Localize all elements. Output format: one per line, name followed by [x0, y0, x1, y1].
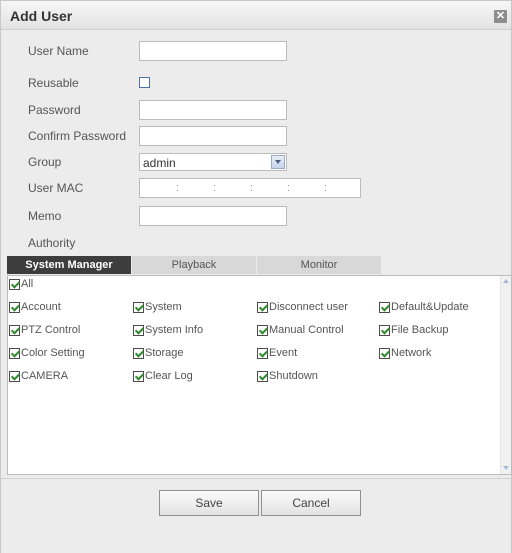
cancel-button[interactable]: Cancel — [261, 490, 361, 516]
checkbox-network[interactable]: Network — [379, 347, 489, 361]
permission-label: System Info — [145, 324, 204, 336]
checkbox-ptz-control[interactable]: PTZ Control — [9, 324, 119, 338]
dialog-titlebar: Add User ✕ — [1, 1, 511, 30]
mac-separator: : — [176, 182, 180, 194]
check-icon — [379, 325, 390, 336]
chevron-down-icon[interactable] — [271, 155, 285, 169]
mac-separator: : — [324, 182, 328, 194]
footer-divider — [1, 478, 511, 479]
user-name-label: User Name — [28, 44, 89, 58]
confirm-password-label: Confirm Password — [28, 129, 127, 143]
check-icon — [133, 348, 144, 359]
checkbox-system[interactable]: System — [133, 301, 243, 315]
password-label: Password — [28, 103, 81, 117]
authority-label: Authority — [28, 236, 76, 250]
check-icon — [257, 348, 268, 359]
checkbox-default-update[interactable]: Default&Update — [379, 301, 489, 315]
save-button[interactable]: Save — [159, 490, 259, 516]
check-icon — [379, 302, 390, 313]
permission-label: Default&Update — [391, 301, 469, 313]
check-icon — [133, 302, 144, 313]
permission-label: Event — [269, 347, 298, 359]
reusable-label: Reusable — [28, 76, 79, 90]
checkbox-event[interactable]: Event — [257, 347, 367, 361]
scroll-up-icon[interactable] — [503, 279, 509, 283]
memo-input[interactable] — [139, 206, 287, 226]
group-select-value: admin — [143, 156, 176, 170]
permission-label: Account — [21, 301, 61, 313]
close-icon[interactable]: ✕ — [494, 10, 507, 23]
permission-label: Network — [391, 347, 432, 359]
authority-panel: All Account System Disconnect user Defau… — [7, 275, 512, 475]
permission-label: Color Setting — [21, 347, 85, 359]
mac-separator: : — [213, 182, 217, 194]
permission-label: Shutdown — [269, 370, 318, 382]
authority-scrollbar[interactable] — [500, 276, 511, 474]
checkbox-camera[interactable]: CAMERA — [9, 370, 119, 384]
mac-separator: : — [250, 182, 254, 194]
tab-system-manager[interactable]: System Manager — [7, 256, 131, 274]
scroll-down-icon[interactable] — [503, 466, 509, 470]
group-label: Group — [28, 155, 62, 169]
permission-label: Clear Log — [145, 370, 193, 382]
checkbox-disconnect-user[interactable]: Disconnect user — [257, 301, 367, 315]
check-icon — [133, 325, 144, 336]
tab-playback[interactable]: Playback — [132, 256, 256, 274]
memo-label: Memo — [28, 209, 62, 223]
checkbox-system-info[interactable]: System Info — [133, 324, 243, 338]
dialog-body: User Name Reusable Password Confirm Pass… — [1, 31, 512, 553]
permission-label: Storage — [145, 347, 184, 359]
check-icon — [257, 325, 268, 336]
user-mac-input[interactable]: : : : : : — [139, 178, 361, 198]
user-name-input[interactable] — [139, 41, 287, 61]
tab-monitor[interactable]: Monitor — [257, 256, 381, 274]
checkbox-clear-log[interactable]: Clear Log — [133, 370, 243, 384]
permission-label: System — [145, 301, 182, 313]
checkbox-all-label: All — [21, 278, 34, 290]
checkbox-file-backup[interactable]: File Backup — [379, 324, 489, 338]
check-icon — [9, 302, 20, 313]
group-select[interactable]: admin — [139, 153, 287, 171]
permission-label: Disconnect user — [269, 301, 348, 313]
checkbox-color-setting[interactable]: Color Setting — [9, 347, 119, 361]
permission-label: File Backup — [391, 324, 449, 336]
check-icon — [9, 371, 20, 382]
checkbox-storage[interactable]: Storage — [133, 347, 243, 361]
user-mac-label: User MAC — [28, 181, 84, 195]
check-icon — [379, 348, 390, 359]
checkbox-shutdown[interactable]: Shutdown — [257, 370, 367, 384]
checkbox-manual-control[interactable]: Manual Control — [257, 324, 367, 338]
checkbox-account[interactable]: Account — [9, 301, 119, 315]
reusable-checkbox[interactable] — [139, 77, 150, 88]
check-icon — [257, 371, 268, 382]
check-icon — [133, 371, 144, 382]
confirm-password-input[interactable] — [139, 126, 287, 146]
check-icon — [9, 325, 20, 336]
dialog-title: Add User — [10, 8, 73, 24]
check-icon — [9, 279, 20, 290]
check-icon — [257, 302, 268, 313]
permission-label: Manual Control — [269, 324, 344, 336]
check-icon — [9, 348, 20, 359]
mac-separator: : — [287, 182, 291, 194]
checkbox-all[interactable]: All — [9, 278, 49, 292]
password-input[interactable] — [139, 100, 287, 120]
permission-label: PTZ Control — [21, 324, 81, 336]
add-user-dialog: Add User ✕ User Name Reusable Password C… — [0, 0, 512, 553]
permission-label: CAMERA — [21, 370, 69, 382]
